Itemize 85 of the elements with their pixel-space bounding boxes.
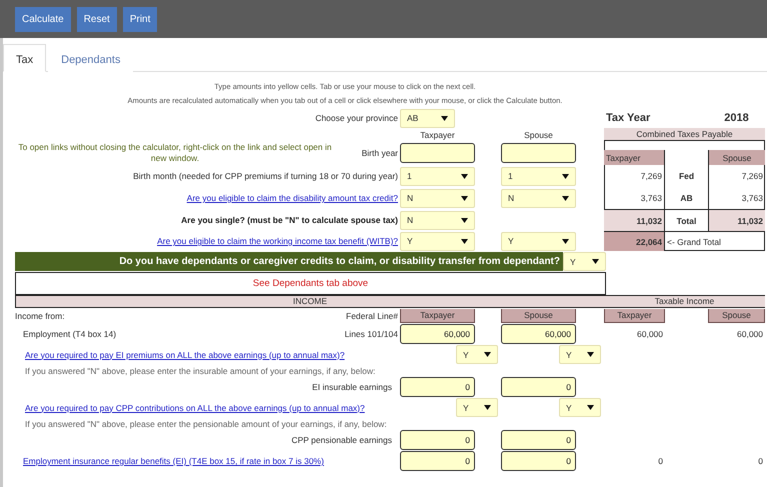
taxable-amount: 60,000: [736, 329, 764, 339]
province-label: Choose your province: [315, 113, 399, 123]
caret-icon: [562, 238, 569, 244]
dropdown[interactable]: N: [400, 188, 475, 208]
toolbar-button[interactable]: Calculate: [15, 6, 71, 32]
caret-icon: [484, 404, 491, 411]
note-text: To open links without closing the calculator, right-click on the link and select open in new window.: [17, 142, 333, 164]
dropdown[interactable]: Y: [559, 345, 601, 364]
tax-row-label: AB: [679, 192, 694, 205]
amount-field[interactable]: 60,000: [400, 324, 475, 344]
field-label: CPP pensionable earnings: [292, 435, 393, 445]
income-from-label: Income from:: [15, 311, 66, 321]
column-header: Taxpayer: [604, 150, 665, 165]
caret-icon: [461, 238, 468, 244]
income-heading: INCOME: [15, 295, 604, 308]
toolbar-button[interactable]: Reset: [76, 6, 117, 32]
amount-field[interactable]: 0: [400, 451, 475, 471]
dropdown[interactable]: 1: [400, 166, 475, 186]
field-label: Are you single? (must be "N" to calculate spouse tax): [181, 215, 399, 225]
tax-amount: 7,269: [604, 165, 665, 187]
caret-icon: [461, 172, 468, 180]
column-header: Spouse: [501, 309, 576, 323]
grand-total-label: <- Grand Total: [665, 231, 765, 251]
amount-field[interactable]: 0: [501, 377, 576, 397]
caret-icon: [484, 351, 491, 358]
caret-icon: [592, 258, 599, 265]
toolbar-button[interactable]: Print: [122, 6, 158, 32]
grand-total-value: 22,064: [604, 231, 665, 251]
caret-icon: [461, 194, 468, 202]
dependants-notice: See Dependants tab above: [15, 272, 606, 295]
tax-amount: 11,032: [604, 209, 665, 231]
column-header: Spouse: [523, 130, 554, 140]
tax-year-label: Tax Year: [605, 111, 652, 126]
field-label: Birth year: [362, 148, 399, 158]
column-header: Spouse: [708, 150, 765, 165]
year-field[interactable]: [501, 143, 576, 163]
caret-icon: [562, 194, 569, 202]
dropdown[interactable]: N: [400, 210, 475, 230]
tax-amount: 11,032: [708, 209, 765, 231]
instruction-text: If you answered "N" above, please enter the insurable amount of your earnings, if any, below:: [24, 366, 376, 376]
income-label: Employment (T4 box 14): [23, 329, 118, 339]
dropdown[interactable]: Y: [456, 345, 498, 364]
column-header: Spouse: [708, 309, 765, 323]
column-header: Taxpayer: [419, 130, 456, 140]
amount-field[interactable]: 0: [400, 430, 475, 450]
taxable-amount: 0: [757, 456, 764, 466]
dropdown[interactable]: Y: [559, 398, 601, 417]
caret-icon: [461, 216, 468, 224]
caret-icon: [441, 114, 448, 122]
amount-field[interactable]: 0: [400, 377, 475, 397]
taxable-amount: 60,000: [636, 329, 664, 339]
tax-amount: 7,269: [708, 165, 765, 187]
tab[interactable]: Tax: [3, 44, 46, 72]
question-link[interactable]: Are you eligible to claim the working income tax benefit (WITB)?: [157, 236, 400, 246]
dropdown[interactable]: Y: [563, 252, 606, 271]
dropdown[interactable]: N: [501, 188, 576, 208]
caret-icon: [587, 351, 594, 358]
dependants-question: Do you have dependants or caregiver credits to claim, or disability transfer from dependant?: [15, 252, 563, 271]
caret-icon: [587, 404, 594, 411]
amount-field[interactable]: 0: [501, 430, 576, 450]
field-label: Birth month (needed for CPP premiums if turning 18 or 70 during year): [133, 171, 399, 181]
dropdown[interactable]: Y: [400, 232, 475, 250]
dropdown[interactable]: 1: [501, 166, 576, 186]
caret-icon: [562, 172, 569, 180]
tax-year-value: 2018: [723, 111, 750, 126]
column-header: Taxpayer: [604, 309, 665, 323]
tax-row-label: Fed: [678, 170, 696, 183]
amount-field[interactable]: 0: [501, 451, 576, 471]
question-link[interactable]: Are you required to pay CPP contributions on ALL the above earnings (up to annual max)?: [25, 402, 367, 412]
column-header: Taxpayer: [400, 309, 475, 323]
taxable-amount: 0: [657, 456, 664, 466]
line-number: Lines 101/104: [344, 329, 399, 339]
field-label: EI insurable earnings: [312, 382, 393, 392]
income-link[interactable]: Employment insurance regular benefits (EI) (T4E box 15, if rate in box 7 is 30%): [23, 456, 326, 466]
dropdown[interactable]: Y: [456, 398, 498, 417]
dropdown[interactable]: AB: [400, 108, 455, 128]
question-link[interactable]: Are you eligible to claim the disability amount tax credit?: [186, 193, 400, 203]
summary-heading: Combined Taxes Payable: [604, 128, 765, 141]
dropdown[interactable]: Y: [501, 232, 576, 250]
amount-field[interactable]: 60,000: [501, 324, 576, 344]
line-label: Federal Line#: [346, 311, 399, 321]
year-field[interactable]: [400, 143, 475, 163]
taxable-income-heading: Taxable Income: [604, 295, 765, 308]
instruction-text: If you answered "N" above, please enter the pensionable amount of your earnings, if any, below:: [24, 418, 388, 428]
question-link[interactable]: Are you required to pay EI premiums on ALL the above earnings (up to annual max)?: [25, 350, 347, 360]
